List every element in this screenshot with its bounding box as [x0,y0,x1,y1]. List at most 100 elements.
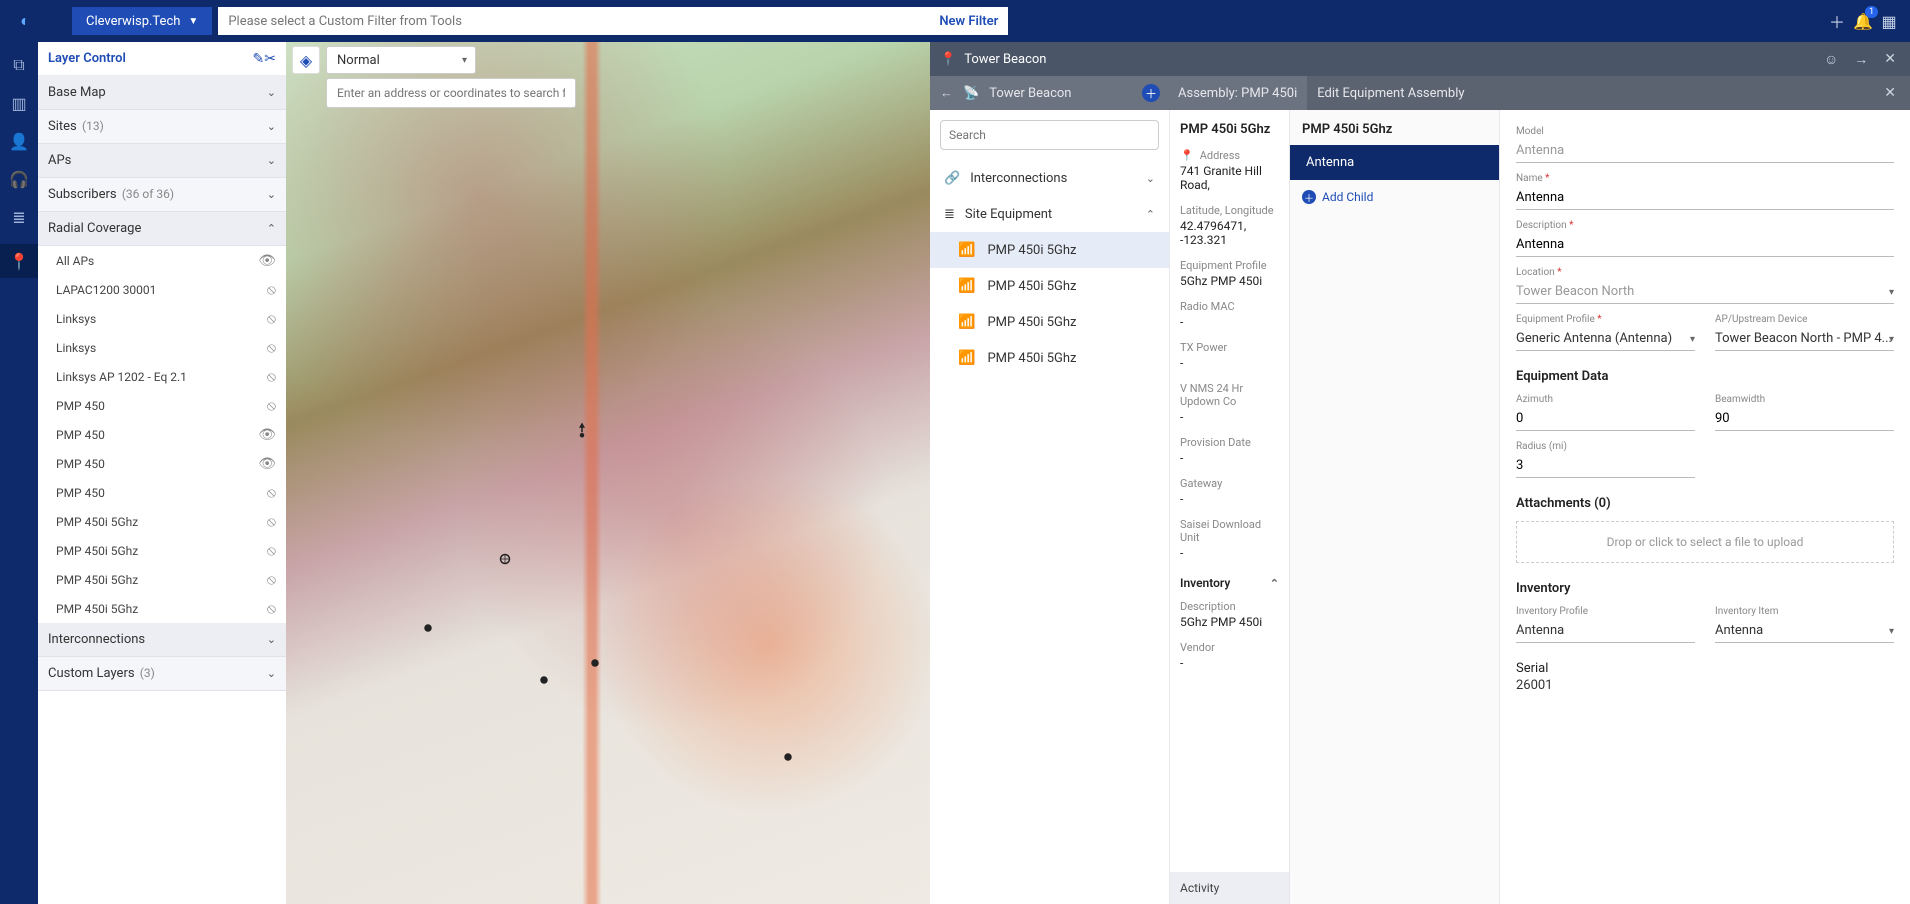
radius-input[interactable] [1516,454,1695,478]
chevron-up-icon: ⌃ [267,222,276,235]
subheader-tower: ← 📡 Tower Beacon ＋ [930,76,1170,110]
add-equipment-button[interactable]: ＋ [1142,84,1160,102]
activity-section[interactable]: Activity [1170,872,1289,904]
add-icon[interactable]: ＋ [1824,8,1850,34]
equipment-item[interactable]: 📶PMP 450i 5Ghz [930,268,1169,304]
chevron-down-icon: ⌄ [267,667,276,680]
radial-item[interactable]: Linksys AP 1202 - Eq 2.1⦸ [38,362,286,391]
map-surface[interactable] [286,42,930,904]
map-marker[interactable] [419,619,437,637]
map-marker[interactable] [535,671,553,689]
eye-off-icon[interactable]: ⦸ [267,543,276,559]
chevron-down-icon: ⌄ [267,120,276,133]
custom-filter-box[interactable]: New Filter [218,7,1008,35]
section-custom-layers[interactable]: Custom Layers (3)⌄ [38,657,286,691]
map-area[interactable]: ◈ Normal [286,42,930,904]
detail-header: 📍 Tower Beacon ☺ → ✕ [930,42,1910,76]
eye-off-icon[interactable]: ⦸ [267,601,276,617]
radial-item[interactable]: PMP 450⦸ [38,478,286,507]
rail-user-icon[interactable]: 👤 [8,130,30,152]
new-filter-link[interactable]: New Filter [939,14,998,29]
eye-off-icon[interactable]: ⦸ [267,282,276,298]
tree-root[interactable]: PMP 450i 5Ghz [1290,110,1499,145]
eye-off-icon[interactable]: ⦸ [267,369,276,385]
close-edit-icon[interactable]: ✕ [1880,85,1900,101]
site-equipment-row[interactable]: ≣ Site Equipment ⌃ [930,196,1169,232]
chevron-down-icon: ▼ [188,16,198,27]
radial-item[interactable]: PMP 450👁 [38,420,286,449]
section-aps[interactable]: APs⌄ [38,144,286,178]
file-dropzone[interactable]: Drop or click to select a file to upload [1516,521,1894,563]
interconnections-row[interactable]: 🔗 Interconnections ⌄ [930,160,1169,196]
inventory-item-select[interactable]: Antenna [1715,619,1894,643]
map-marker[interactable] [573,421,591,439]
map-mode-select[interactable]: Normal [326,46,476,74]
logo-icon: ◐ [12,8,38,34]
radial-item[interactable]: PMP 450👁 [38,449,286,478]
azimuth-input[interactable] [1516,407,1695,431]
assembly-latlng: 42.4796471, -123.321 [1180,219,1279,247]
map-layers-icon[interactable]: ◈ [292,46,320,74]
map-search-input[interactable] [326,78,576,108]
notifications-icon[interactable]: 🔔1 [1850,8,1876,34]
tree-selected-antenna[interactable]: Antenna [1290,145,1499,180]
rail-grid-icon[interactable]: ▥ [8,92,30,114]
custom-filter-input[interactable] [228,14,939,29]
section-radial-coverage[interactable]: Radial Coverage⌃ [38,212,286,246]
eye-off-icon[interactable]: ⦸ [267,398,276,414]
section-sites[interactable]: Sites (13)⌄ [38,110,286,144]
radial-item[interactable]: PMP 450i 5Ghz⦸ [38,565,286,594]
tenant-dropdown[interactable]: Cleverwisp.Tech ▼ [72,7,212,35]
eye-icon[interactable]: 👁 [258,253,276,269]
name-input[interactable] [1516,186,1894,210]
chevron-up-icon: ⌃ [1270,577,1279,590]
subheader-assembly: Assembly: PMP 450i [1170,76,1307,110]
apps-icon[interactable]: ▦ [1876,8,1902,34]
equipment-item[interactable]: 📶PMP 450i 5Ghz [930,232,1169,268]
map-marker[interactable] [779,748,797,766]
forward-icon[interactable]: → [1850,51,1872,68]
eye-off-icon[interactable]: ⦸ [267,514,276,530]
beamwidth-input[interactable] [1715,407,1894,431]
add-child-button[interactable]: ＋Add Child [1290,180,1499,214]
eye-off-icon[interactable]: ⦸ [267,572,276,588]
radial-item[interactable]: All APs👁 [38,246,286,275]
eye-icon[interactable]: 👁 [258,456,276,472]
equipment-search-input[interactable] [940,120,1159,150]
rail-map-icon[interactable]: 📍 [0,244,38,278]
subheader-edit: Edit Equipment Assembly ✕ [1307,76,1910,110]
radial-item[interactable]: PMP 450i 5Ghz⦸ [38,507,286,536]
tenant-label: Cleverwisp.Tech [86,14,180,29]
section-subscribers[interactable]: Subscribers (36 of 36)⌄ [38,178,286,212]
eye-icon[interactable]: 👁 [258,427,276,443]
equipment-profile-select[interactable]: Generic Antenna (Antenna) [1516,327,1695,351]
equipment-item[interactable]: 📶PMP 450i 5Ghz [930,340,1169,376]
tools-icon[interactable]: ✎✂ [253,51,276,67]
radial-item[interactable]: PMP 450⦸ [38,391,286,420]
map-marker[interactable] [586,654,604,672]
radial-item[interactable]: PMP 450i 5Ghz⦸ [38,594,286,623]
eye-off-icon[interactable]: ⦸ [267,485,276,501]
radial-item[interactable]: Linksys⦸ [38,333,286,362]
rail-list-icon[interactable]: ≣ [8,206,30,228]
rail-support-icon[interactable]: 🎧 [8,168,30,190]
smile-icon[interactable]: ☺ [1820,51,1842,68]
eye-off-icon[interactable]: ⦸ [267,340,276,356]
section-base-map[interactable]: Base Map⌄ [38,76,286,110]
radial-item[interactable]: LAPAC1200 30001⦸ [38,275,286,304]
upstream-device-select[interactable]: Tower Beacon North - PMP 4... [1715,327,1894,351]
map-marker[interactable] [496,550,514,568]
rail-dashboard-icon[interactable]: ⧉ [8,54,30,76]
location-select[interactable]: Tower Beacon North [1516,280,1894,304]
back-icon[interactable]: ← [940,85,953,101]
radial-item[interactable]: Linksys⦸ [38,304,286,333]
subheader-title: Tower Beacon [989,86,1071,101]
description-input[interactable] [1516,233,1894,257]
assembly-label: Assembly: PMP 450i [1178,86,1297,101]
radial-item[interactable]: PMP 450i 5Ghz⦸ [38,536,286,565]
eye-off-icon[interactable]: ⦸ [267,311,276,327]
inventory-section[interactable]: Inventory⌃ [1170,566,1289,594]
section-interconnections[interactable]: Interconnections⌄ [38,623,286,657]
close-icon[interactable]: ✕ [1880,51,1900,67]
equipment-item[interactable]: 📶PMP 450i 5Ghz [930,304,1169,340]
